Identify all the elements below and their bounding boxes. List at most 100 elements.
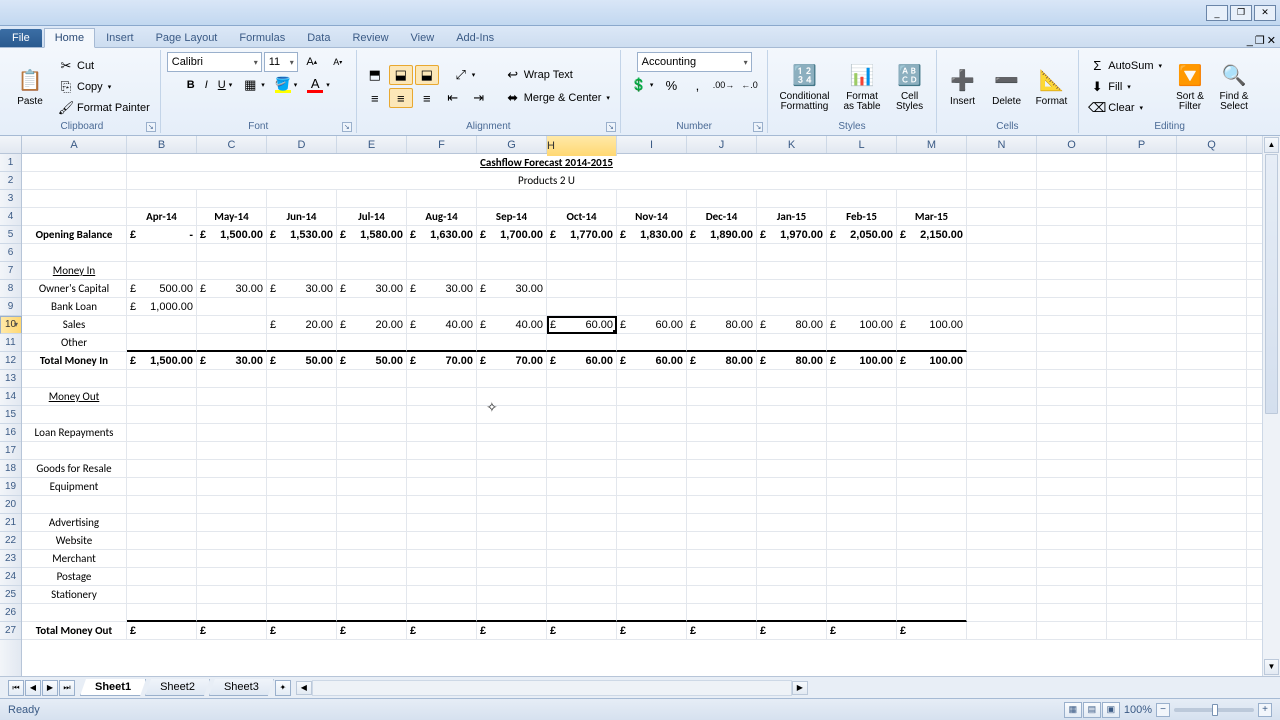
cell[interactable]: £ [687,622,757,640]
cell[interactable] [1107,208,1177,226]
cell[interactable] [617,424,687,442]
cell[interactable] [337,532,407,550]
cell[interactable] [1037,460,1107,478]
cell[interactable]: £80.00 [757,316,827,334]
cell[interactable] [757,406,827,424]
cell[interactable] [1107,496,1177,514]
cell[interactable] [1177,514,1247,532]
cell[interactable] [1107,262,1177,280]
cell[interactable] [197,388,267,406]
select-all-corner[interactable] [0,136,22,154]
cell[interactable] [1037,370,1107,388]
cell[interactable] [1037,226,1107,244]
cell[interactable]: £30.00 [477,280,547,298]
cell[interactable]: £ [827,622,897,640]
cell[interactable] [1037,478,1107,496]
cell[interactable] [1107,550,1177,568]
row-header-4[interactable]: 4 [0,208,21,226]
cell[interactable] [967,550,1037,568]
row-header-7[interactable]: 7 [0,262,21,280]
cell[interactable] [547,406,617,424]
cell[interactable] [547,244,617,262]
cell[interactable] [897,478,967,496]
sheet-tab-sheet1[interactable]: Sheet1 [80,679,146,696]
cell[interactable] [1177,406,1247,424]
scroll-thumb[interactable] [1265,154,1278,414]
ribbon-tab-insert[interactable]: Insert [95,28,145,47]
cell[interactable] [757,190,827,208]
cell[interactable] [1177,154,1247,172]
col-header-G[interactable]: G [477,136,547,153]
cell[interactable] [1037,442,1107,460]
cell[interactable] [897,586,967,604]
ribbon-tab-add-ins[interactable]: Add-Ins [445,28,505,47]
zoom-thumb[interactable] [1212,704,1218,716]
cell[interactable]: £50.00 [267,352,337,370]
cell[interactable] [547,280,617,298]
cell[interactable] [1037,298,1107,316]
cell[interactable] [687,460,757,478]
cell[interactable] [337,604,407,622]
cell[interactable]: £2,150.00 [897,226,967,244]
cell[interactable] [407,190,477,208]
month-header[interactable]: May-14 [197,208,267,226]
cell[interactable] [827,298,897,316]
percent-button[interactable]: % [659,75,683,95]
cell[interactable] [407,586,477,604]
conditional-formatting-button[interactable]: 🔢Conditional Formatting [774,54,834,120]
row-label[interactable]: Other [22,334,127,352]
cell[interactable] [1107,460,1177,478]
cell[interactable] [967,604,1037,622]
cell[interactable] [267,406,337,424]
cell[interactable] [617,550,687,568]
cell[interactable] [1107,298,1177,316]
cell[interactable] [967,532,1037,550]
col-header-K[interactable]: K [757,136,827,153]
cell[interactable] [337,550,407,568]
increase-indent-button[interactable]: ⇥ [467,88,491,108]
scroll-up-button[interactable]: ▲ [1264,137,1279,153]
cell[interactable] [22,190,127,208]
row-label[interactable]: Stationery [22,586,127,604]
cell[interactable]: £30.00 [197,280,267,298]
cell-grid[interactable]: Cashflow Forecast 2014-2015Products 2 UA… [22,154,1262,676]
cell[interactable] [477,298,547,316]
align-left-button[interactable]: ≡ [363,88,387,108]
row-header-6[interactable]: 6 [0,244,21,262]
cell[interactable] [617,244,687,262]
workbook-minimize-button[interactable]: _ [1247,35,1253,47]
cell[interactable] [687,568,757,586]
cell[interactable] [477,550,547,568]
month-header[interactable]: Jun-14 [267,208,337,226]
fill-button[interactable]: ⬇Fill▾ [1085,77,1166,97]
ribbon-tab-formulas[interactable]: Formulas [228,28,296,47]
cell[interactable]: £1,890.00 [687,226,757,244]
month-header[interactable]: Sep-14 [477,208,547,226]
cell[interactable] [1107,154,1177,172]
cell[interactable]: £40.00 [407,316,477,334]
alignment-launcher[interactable]: ↘ [606,122,616,132]
cell[interactable] [1037,190,1107,208]
cell[interactable] [127,604,197,622]
row-header-17[interactable]: 17 [0,442,21,460]
row-header-14[interactable]: 14 [0,388,21,406]
month-header[interactable]: Feb-15 [827,208,897,226]
app-close-button[interactable]: ✕ [1254,5,1276,21]
font-color-button[interactable]: A▾ [303,75,334,95]
cell[interactable] [827,334,897,352]
view-pagebreak-button[interactable]: ▣ [1102,702,1120,718]
row-header-26[interactable]: 26 [0,604,21,622]
format-as-table-button[interactable]: 📊Format as Table [838,54,885,120]
cell[interactable]: £ [477,622,547,640]
cell[interactable]: £ [407,622,477,640]
horizontal-scrollbar[interactable]: ◀ ▶ [312,680,792,696]
cell[interactable] [687,406,757,424]
cell[interactable] [477,496,547,514]
cell[interactable] [127,460,197,478]
cell[interactable] [267,478,337,496]
cell[interactable] [897,280,967,298]
cell[interactable]: £60.00 [547,352,617,370]
cell[interactable] [897,298,967,316]
align-middle-button[interactable]: ⬓ [389,65,413,85]
cell[interactable] [1107,316,1177,334]
